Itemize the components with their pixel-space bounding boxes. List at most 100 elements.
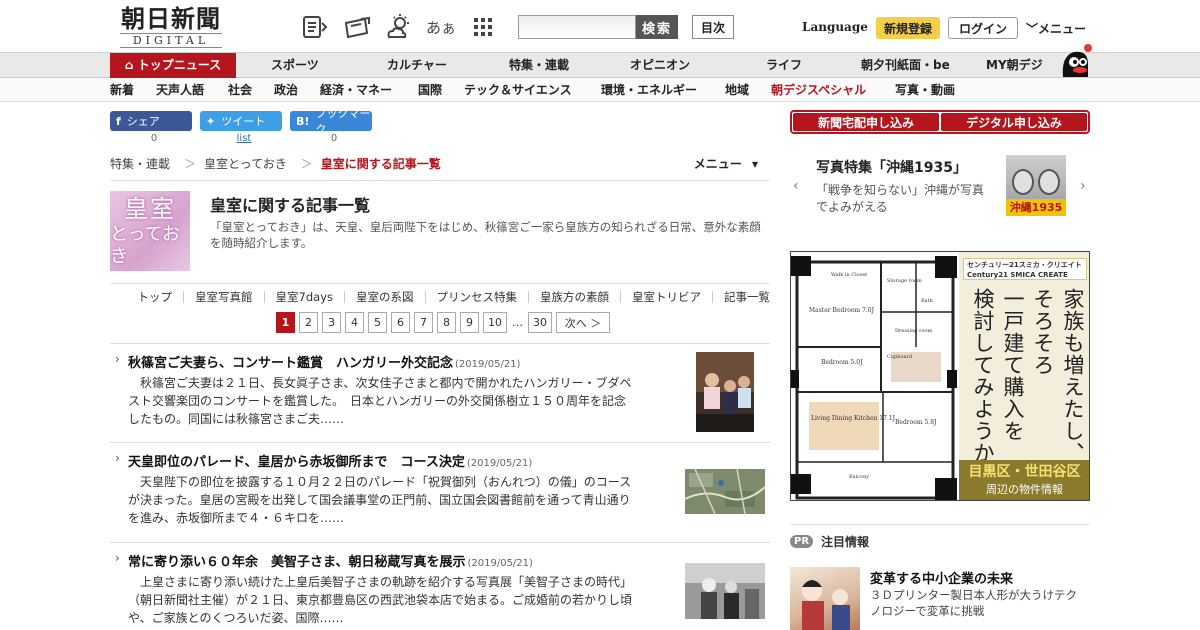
nav-features[interactable]: 特集・連載 xyxy=(509,53,569,78)
mokuji-button[interactable]: 目次 xyxy=(692,15,734,39)
page-1[interactable]: 1 xyxy=(276,312,295,333)
breadcrumb-koshitsu[interactable]: 皇室とっておき xyxy=(204,157,287,171)
article-item[interactable]: › 秋篠宮ご夫妻ら、コンサート鑑賞 ハンガリー外交記念 (2019/05/21) … xyxy=(110,343,770,441)
search-input[interactable] xyxy=(518,15,636,39)
nav-opinion[interactable]: オピニオン xyxy=(630,53,690,78)
chevron-right-icon: › xyxy=(115,352,120,366)
chevron-right-icon[interactable]: › xyxy=(1080,178,1086,194)
nav2-photo[interactable]: 写真・動画 xyxy=(895,78,955,102)
twitter-list-link[interactable]: list xyxy=(203,133,285,144)
facebook-share-button[interactable]: f シェア xyxy=(110,111,192,131)
ad-footer[interactable]: 目黒区・世田谷区 周辺の物件情報 xyxy=(959,460,1089,500)
page-8[interactable]: 8 xyxy=(437,312,456,333)
article-title[interactable]: 天皇即位のパレード、皇居から赤坂御所まで コース決定 (2019/05/21) xyxy=(128,451,532,470)
article-item[interactable]: › 天皇即位のパレード、皇居から赤坂御所まで コース決定 (2019/05/21)… xyxy=(110,442,770,541)
nav-my-asadigi[interactable]: MY朝デジ xyxy=(986,53,1043,78)
hatena-count: 0 xyxy=(330,133,338,144)
home-delivery-button[interactable]: 新聞宅配申し込み xyxy=(793,113,939,131)
ad-copy-panel: センチュリー21スミカ・クリエイト Century21 SMICA CREATE… xyxy=(959,252,1089,500)
breadcrumb-menu[interactable]: メニュー ▾ xyxy=(694,155,764,172)
nav2-new[interactable]: 新着 xyxy=(110,78,134,102)
svg-text:Master Bedroom 7.0J: Master Bedroom 7.0J xyxy=(809,307,875,314)
nav2-economy[interactable]: 経済・マネー xyxy=(320,78,392,102)
ticket-icon[interactable] xyxy=(342,12,372,42)
nav-top-news[interactable]: ⌂ トップニュース xyxy=(110,53,236,78)
subnav-trivia[interactable]: 皇室トリビア xyxy=(620,290,712,303)
paper-icon[interactable] xyxy=(300,12,330,42)
ad-logo: センチュリー21スミカ・クリエイト Century21 SMICA CREATE xyxy=(963,258,1087,280)
logo-jp: 朝日新聞 xyxy=(121,4,221,33)
register-button[interactable]: 新規登録 xyxy=(876,17,940,39)
grid-icon[interactable] xyxy=(468,12,498,42)
article-map-photo[interactable] xyxy=(684,468,766,515)
article-date: (2019/05/21) xyxy=(467,558,533,569)
page-6[interactable]: 6 xyxy=(391,312,410,333)
language-link[interactable]: Language xyxy=(802,20,868,34)
font-size-icon[interactable]: あぁ xyxy=(426,12,456,42)
svg-text:Bedroom 5.0J: Bedroom 5.0J xyxy=(821,359,863,366)
page-30[interactable]: 30 xyxy=(528,312,552,333)
page-10[interactable]: 10 xyxy=(483,312,507,333)
nav2-special[interactable]: 朝デジスペシャル xyxy=(771,78,866,102)
chevron-left-icon[interactable]: ‹ xyxy=(793,178,799,194)
breadcrumb-features[interactable]: 特集・連載 xyxy=(110,157,170,171)
search-button[interactable]: 検索 xyxy=(636,15,678,39)
subscribe-buttons: 新聞宅配申し込み デジタル申し込み xyxy=(790,110,1090,134)
nav-sports[interactable]: スポーツ xyxy=(271,53,319,78)
page-ellipsis: … xyxy=(511,312,524,333)
chevron-right-icon: › xyxy=(115,551,120,565)
chevron-right-icon: ＞ xyxy=(300,157,313,171)
page-3[interactable]: 3 xyxy=(322,312,341,333)
real-estate-ad[interactable]: Master Bedroom 7.0J Bedroom 5.0J Living … xyxy=(790,251,1090,501)
nav2-politics[interactable]: 政治 xyxy=(274,78,298,102)
photo-feature-promo[interactable]: ‹ 写真特集「沖縄1935」 「戦争を知らない」沖縄が写真でよみがえる 沖縄19… xyxy=(790,148,1090,228)
subnav-photo[interactable]: 皇室写真館 xyxy=(183,290,264,303)
login-button[interactable]: ログイン xyxy=(948,17,1018,39)
nav2-tech[interactable]: テック＆サイエンス xyxy=(464,78,572,102)
site-header: 朝日新聞 DIGITAL あぁ 検索 目次 Language 新規登録 ログイン… xyxy=(0,0,1200,52)
subnav-7days[interactable]: 皇室7days xyxy=(263,290,344,303)
subnav-top[interactable]: トップ xyxy=(127,291,184,303)
article-date: (2019/05/21) xyxy=(466,458,533,469)
weather-icon[interactable] xyxy=(384,12,414,42)
article-title[interactable]: 常に寄り添い６０年余 美智子さま、朝日秘蔵写真を展示 (2019/05/21) xyxy=(128,551,533,570)
page-7[interactable]: 7 xyxy=(414,312,433,333)
pr-item-title[interactable]: 変革する中小企業の未来 xyxy=(870,568,1013,587)
nav2-tenseijingo[interactable]: 天声人語 xyxy=(156,78,204,102)
header-icons: あぁ xyxy=(300,12,498,42)
nav-paper[interactable]: 朝夕刊紙面・be xyxy=(861,53,950,78)
promo-title[interactable]: 写真特集「沖縄1935」 xyxy=(816,157,967,177)
nav2-environment[interactable]: 環境・エネルギー xyxy=(601,78,697,102)
page-4[interactable]: 4 xyxy=(345,312,364,333)
nav2-society[interactable]: 社会 xyxy=(228,78,252,102)
nav2-international[interactable]: 国際 xyxy=(418,78,442,102)
article-photo[interactable] xyxy=(696,352,754,432)
pagination: 1 2 3 4 5 6 7 8 9 10 … 30 次へ ＞ xyxy=(276,312,610,334)
subnav-list[interactable]: 記事一覧 xyxy=(712,290,770,303)
mascot-icon[interactable] xyxy=(1058,44,1092,78)
nav-culture[interactable]: カルチャー xyxy=(387,53,447,78)
article-bw-photo[interactable] xyxy=(685,563,765,619)
pr-title: 注目情報 xyxy=(821,535,870,549)
pr-photo[interactable] xyxy=(790,567,860,630)
article-title[interactable]: 秋篠宮ご夫妻ら、コンサート鑑賞 ハンガリー外交記念 (2019/05/21) xyxy=(128,352,520,371)
nav2-region[interactable]: 地域 xyxy=(725,78,749,102)
page-5[interactable]: 5 xyxy=(368,312,387,333)
hatena-bookmark-button[interactable]: B! ブックマーク xyxy=(290,107,372,136)
twitter-share-button[interactable]: ✦ ツイート xyxy=(200,111,282,131)
subnav-princess[interactable]: プリンセス特集 xyxy=(424,290,529,303)
header-menu[interactable]: ﹀メニュー xyxy=(1026,20,1086,37)
site-logo[interactable]: 朝日新聞 DIGITAL xyxy=(112,6,230,48)
svg-text:Bedroom 5.8J: Bedroom 5.8J xyxy=(895,419,937,426)
subnav-family-tree[interactable]: 皇室の系図 xyxy=(344,290,425,303)
pr-item-text: ３Ｄプリンター製日本人形が大うけテクノロジーで変革に挑戦 xyxy=(870,588,1077,618)
digital-apply-button[interactable]: デジタル申し込み xyxy=(941,113,1087,131)
subnav-faces[interactable]: 皇族方の素顔 xyxy=(528,290,620,303)
page-9[interactable]: 9 xyxy=(460,312,479,333)
nav-life[interactable]: ライフ xyxy=(766,53,802,78)
chevron-right-icon: ＞ xyxy=(184,157,197,171)
page-2[interactable]: 2 xyxy=(299,312,318,333)
next-page-button[interactable]: 次へ ＞ xyxy=(556,312,610,333)
facebook-count: 0 xyxy=(150,133,158,144)
article-item[interactable]: › 常に寄り添い６０年余 美智子さま、朝日秘蔵写真を展示 (2019/05/21)… xyxy=(110,542,770,630)
